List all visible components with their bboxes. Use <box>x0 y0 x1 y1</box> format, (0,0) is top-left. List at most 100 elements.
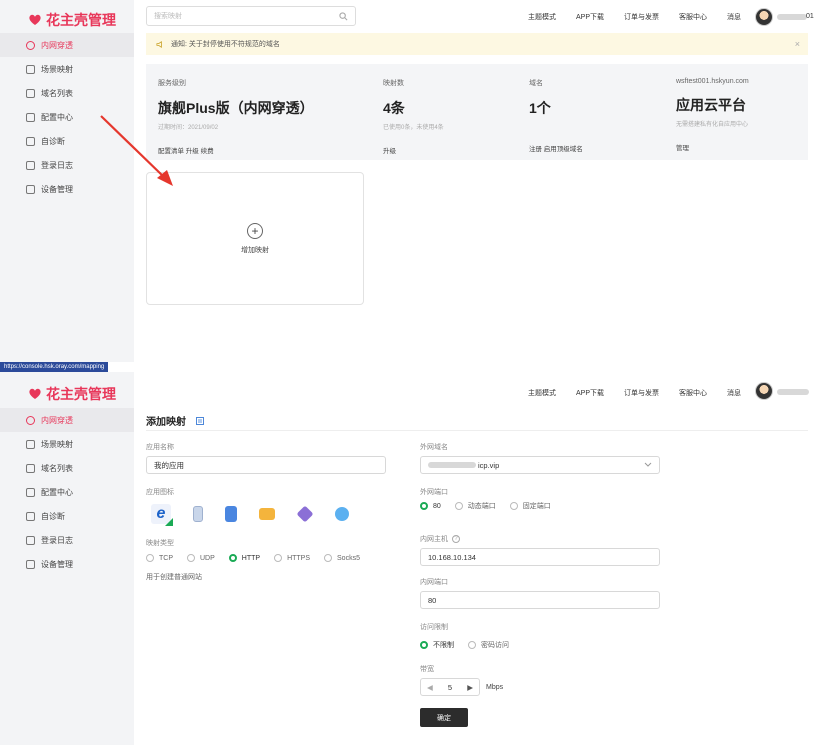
code-icon[interactable] <box>259 508 275 520</box>
radio-udp[interactable]: UDP <box>187 554 215 562</box>
sidebar-nav: 内网穿透 场景映射 域名列表 配置中心 自诊断 登录日志 设备管理 <box>0 408 134 576</box>
sidebar-item-domains[interactable]: 域名列表 <box>0 81 134 105</box>
ext-domain-select[interactable]: icp.vip <box>420 456 660 474</box>
stats-panel: 服务级别 旗舰Plus版（内网穿透） 过期时间：2021/09/02 配置清单 … <box>146 64 808 160</box>
sidebar-item-devices[interactable]: 设备管理 <box>0 552 134 576</box>
ext-port-label: 外网端口 <box>420 489 448 496</box>
nav-app-download[interactable]: APP下载 <box>576 388 604 398</box>
document-icon[interactable] <box>225 506 237 522</box>
protocol-radio-group: TCP UDP HTTP HTTPS Socks5 <box>146 554 360 562</box>
arrow-annotation <box>100 115 173 186</box>
search-input[interactable]: 搜索映射 <box>146 6 356 26</box>
sidebar-item-scene[interactable]: 场景映射 <box>0 57 134 81</box>
avatar[interactable] <box>755 8 773 26</box>
decrement-icon[interactable]: ◀ <box>427 683 433 692</box>
sidebar-item-domains[interactable]: 域名列表 <box>0 456 134 480</box>
username-blur <box>777 389 809 395</box>
stat-service-level: 服务级别 旗舰Plus版（内网穿透） 过期时间：2021/09/02 配置清单 … <box>158 80 314 155</box>
stat-links[interactable]: 升级 <box>383 145 444 155</box>
app-name-input[interactable]: 我的应用 <box>146 456 386 474</box>
add-mapping-label: 增加映射 <box>241 246 269 254</box>
log-icon <box>26 160 35 170</box>
speaker-icon <box>156 40 162 48</box>
chevron-down-icon <box>644 462 652 467</box>
sidebar-item-login-log[interactable]: 登录日志 <box>0 528 134 552</box>
log-icon <box>26 535 35 545</box>
nav-orders[interactable]: 订单与发票 <box>624 12 659 22</box>
nodes-icon <box>26 64 35 74</box>
top-nav: 主题模式 APP下载 订单与发票 客服中心 消息 <box>508 388 741 398</box>
nav-support[interactable]: 客服中心 <box>679 12 707 22</box>
nav-theme[interactable]: 主题模式 <box>528 388 556 398</box>
int-host-input[interactable]: 10.168.10.134 <box>420 548 660 566</box>
globe-icon <box>26 40 35 50</box>
nav-messages[interactable]: 消息 <box>727 388 741 398</box>
radio-https[interactable]: HTTPS <box>274 554 310 562</box>
list-icon <box>26 463 35 473</box>
sidebar-item-diagnose[interactable]: 自诊断 <box>0 504 134 528</box>
ie-icon[interactable]: e <box>151 504 173 526</box>
layers-icon[interactable] <box>296 505 314 523</box>
close-icon[interactable]: × <box>795 39 800 49</box>
plus-icon: + <box>247 222 263 239</box>
domain-prefix-blur <box>428 462 476 468</box>
stat-domains: 域名 1个 注册 启用顶级域名 <box>529 80 583 153</box>
help-icon[interactable]: ? <box>452 535 460 543</box>
sidebar-item-intranet[interactable]: 内网穿透 <box>0 33 134 57</box>
phone-icon[interactable] <box>193 506 203 522</box>
radio-dynamic-port[interactable]: 动态端口 <box>454 501 496 511</box>
access-radio-group: 不限制 密码访问 <box>420 640 509 650</box>
radio-password-access[interactable]: 密码访问 <box>468 640 509 650</box>
sidebar-item-scene[interactable]: 场景映射 <box>0 432 134 456</box>
form-divider <box>146 430 808 431</box>
notice-text[interactable]: 通知: 关于封停使用不符规范的域名 <box>171 39 280 49</box>
stat-mapping-count: 映射数 4条 已使用0条，未使用4条 升级 <box>383 80 444 155</box>
radio-port-80[interactable]: 80 <box>420 502 441 510</box>
radio-socks5[interactable]: Socks5 <box>324 554 360 562</box>
doc-icon[interactable] <box>196 416 204 425</box>
bandwidth-label: 带宽 <box>420 666 434 673</box>
brand-logo[interactable]: 花主壳管理 <box>28 10 116 30</box>
increment-icon[interactable]: ▶ <box>467 683 473 692</box>
brand-logo[interactable]: 花主壳管理 <box>28 384 116 404</box>
stat-links[interactable]: 注册 启用顶级域名 <box>529 143 583 153</box>
radio-fixed-port[interactable]: 固定端口 <box>509 501 551 511</box>
list-icon <box>26 88 35 98</box>
add-mapping-card[interactable]: + 增加映射 <box>146 172 364 305</box>
brand-name: 花主壳管理 <box>46 386 116 402</box>
app-name-label: 应用名称 <box>146 444 174 451</box>
sidebar-item-config[interactable]: 配置中心 <box>0 480 134 504</box>
stat-links[interactable]: 管理 <box>676 142 749 152</box>
globe-icon <box>26 415 35 425</box>
protocol-label: 映射类型 <box>146 540 174 547</box>
radio-http[interactable]: HTTP <box>228 554 260 562</box>
bandwidth-stepper[interactable]: ◀ 5 ▶ <box>420 678 480 696</box>
nav-theme[interactable]: 主题模式 <box>528 12 556 22</box>
avatar[interactable] <box>755 382 773 400</box>
username-suffix: 01 <box>806 13 814 20</box>
form-title: 添加映射 <box>146 413 204 428</box>
nav-support[interactable]: 客服中心 <box>679 388 707 398</box>
submit-button[interactable]: 确定 <box>420 708 468 727</box>
camera-icon[interactable] <box>335 507 349 521</box>
access-label: 访问限制 <box>420 624 448 631</box>
stat-links[interactable]: 配置清单 升级 续费 <box>158 145 314 155</box>
radio-tcp[interactable]: TCP <box>146 554 173 562</box>
sidebar-bottom: 花主壳管理 内网穿透 场景映射 域名列表 配置中心 自诊断 登录日志 设备管理 <box>0 372 134 745</box>
nav-app-download[interactable]: APP下载 <box>576 12 604 22</box>
sidebar-item-intranet[interactable]: 内网穿透 <box>0 408 134 432</box>
logo-icon <box>29 388 41 399</box>
app-icon-picker: e <box>151 504 349 526</box>
nav-orders[interactable]: 订单与发票 <box>624 388 659 398</box>
int-port-input[interactable]: 80 <box>420 591 660 609</box>
notice-bar: 通知: 关于封停使用不符规范的域名 × <box>146 33 808 55</box>
stat-app-platform: wsftest001.hskyun.com 应用云平台 无需搭建私有化自应用中心… <box>676 78 749 152</box>
top-nav: 主题模式 APP下载 订单与发票 客服中心 消息 <box>508 12 741 22</box>
grid-icon <box>26 112 35 122</box>
radio-unlimited[interactable]: 不限制 <box>420 640 454 650</box>
status-url: https://console.hsk.oray.com/mapping <box>0 362 109 372</box>
int-host-label: 内网主机 ? <box>420 534 460 544</box>
search-icon[interactable] <box>339 11 348 21</box>
nav-messages[interactable]: 消息 <box>727 12 741 22</box>
app-icon-label: 应用图标 <box>146 489 174 496</box>
